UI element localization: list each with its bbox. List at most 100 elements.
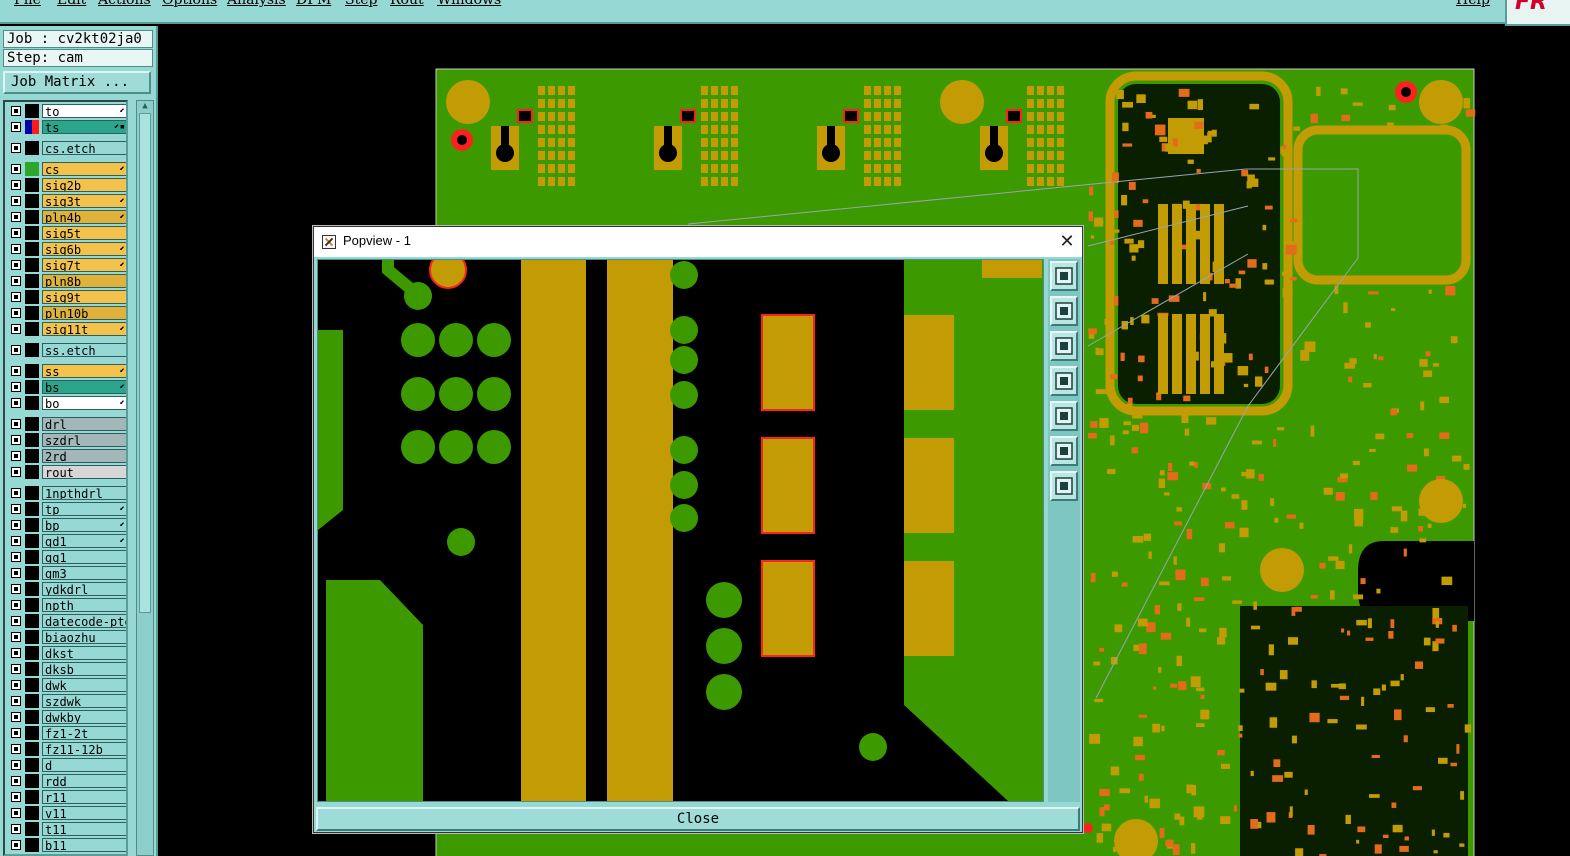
layer-name[interactable]: sig5t xyxy=(42,226,126,240)
layer-name[interactable]: biaozhu xyxy=(42,630,126,644)
layer-name[interactable]: d xyxy=(42,758,126,772)
layer-name[interactable]: bs xyxy=(42,380,126,394)
layer-name[interactable]: dwk xyxy=(42,678,126,692)
layer-name[interactable]: dkst xyxy=(42,646,126,660)
layer-color-swatch[interactable] xyxy=(25,758,39,772)
layer-checkbox[interactable] xyxy=(11,106,21,116)
layer-checkbox[interactable] xyxy=(11,824,21,834)
layer-name[interactable]: b11 xyxy=(42,838,126,852)
zoom-out-icon[interactable] xyxy=(1050,331,1078,361)
layer-row[interactable]: d xyxy=(7,758,126,772)
popview-titlebar[interactable]: Popview - 1 ✕ xyxy=(314,227,1082,257)
layer-color-swatch[interactable] xyxy=(25,598,39,612)
layer-checkbox[interactable] xyxy=(11,840,21,850)
layer-name[interactable]: sig7t xyxy=(42,258,126,272)
layer-row[interactable]: szdwk xyxy=(7,694,126,708)
layer-checkbox[interactable] xyxy=(11,292,21,302)
layer-name[interactable]: szdrl xyxy=(42,433,126,447)
layer-name[interactable]: rdd xyxy=(42,774,126,788)
layer-row[interactable]: ts ⬋▪ xyxy=(7,120,126,134)
layer-checkbox[interactable] xyxy=(11,467,21,477)
layer-checkbox[interactable] xyxy=(11,664,21,674)
layer-color-swatch[interactable] xyxy=(25,364,39,378)
layer-row[interactable]: cs ⬋ xyxy=(7,162,126,176)
layer-checkbox[interactable] xyxy=(11,260,21,270)
menu-analysis[interactable]: Analysis xyxy=(227,0,286,8)
layer-name[interactable]: pln10b xyxy=(42,306,126,320)
layer-row[interactable]: dwk xyxy=(7,678,126,692)
layer-checkbox[interactable] xyxy=(11,504,21,514)
layer-row[interactable]: gg1 xyxy=(7,550,126,564)
layer-color-swatch[interactable] xyxy=(25,343,39,357)
layer-checkbox[interactable] xyxy=(11,776,21,786)
layer-color-swatch[interactable] xyxy=(25,290,39,304)
popview-zoom-view[interactable] xyxy=(317,259,1044,802)
layer-checkbox[interactable] xyxy=(11,212,21,222)
layer-row[interactable]: to ⬋ xyxy=(7,104,126,118)
layer-checkbox[interactable] xyxy=(11,366,21,376)
layer-list-scrollbar[interactable]: ▲ xyxy=(136,100,154,856)
layer-checkbox[interactable] xyxy=(11,520,21,530)
layer-row[interactable]: sig7t ⬋ xyxy=(7,258,126,272)
layer-name[interactable]: tp xyxy=(42,502,126,516)
layer-name[interactable]: 2rd xyxy=(42,449,126,463)
layer-name[interactable]: sig2b xyxy=(42,178,126,192)
menu-options[interactable]: Options xyxy=(162,0,217,8)
layer-row[interactable]: dksb xyxy=(7,662,126,676)
layer-row[interactable]: rout xyxy=(7,465,126,479)
layer-color-swatch[interactable] xyxy=(25,694,39,708)
layer-row[interactable]: 2rd xyxy=(7,449,126,463)
layer-name[interactable]: 1npthdrl xyxy=(42,486,126,500)
layer-color-swatch[interactable] xyxy=(25,162,39,176)
layer-color-swatch[interactable] xyxy=(25,433,39,447)
layer-name[interactable]: bp xyxy=(42,518,126,532)
layer-checkbox[interactable] xyxy=(11,324,21,334)
scroll-up-arrow-icon[interactable]: ▲ xyxy=(139,101,151,111)
layer-color-swatch[interactable] xyxy=(25,806,39,820)
layer-row[interactable]: sig3t ⬋ xyxy=(7,194,126,208)
layer-checkbox[interactable] xyxy=(11,632,21,642)
layer-name[interactable]: v11 xyxy=(42,806,126,820)
layer-row[interactable]: bp ⬋ xyxy=(7,518,126,532)
layer-color-swatch[interactable] xyxy=(25,822,39,836)
layer-row[interactable]: sig9t xyxy=(7,290,126,304)
layer-checkbox[interactable] xyxy=(11,244,21,254)
layer-name[interactable]: bo xyxy=(42,396,126,410)
layer-color-swatch[interactable] xyxy=(25,582,39,596)
menu-rout[interactable]: Rout xyxy=(390,0,424,8)
layer-checkbox[interactable] xyxy=(11,419,21,429)
layer-checkbox[interactable] xyxy=(11,808,21,818)
layer-name[interactable]: dwkby xyxy=(42,710,126,724)
layer-checkbox[interactable] xyxy=(11,712,21,722)
layer-name[interactable]: to xyxy=(42,104,126,118)
layer-color-swatch[interactable] xyxy=(25,194,39,208)
layer-row[interactable]: rdd xyxy=(7,774,126,788)
layer-name[interactable]: t11 xyxy=(42,822,126,836)
layer-row[interactable]: b11 xyxy=(7,838,126,852)
layer-row[interactable]: gm3 xyxy=(7,566,126,580)
layer-row[interactable]: dkst xyxy=(7,646,126,660)
menu-help[interactable]: Help xyxy=(1456,0,1490,8)
layer-color-swatch[interactable] xyxy=(25,210,39,224)
layer-checkbox[interactable] xyxy=(11,728,21,738)
layer-row[interactable]: cs.etch xyxy=(7,141,126,155)
layer-row[interactable]: ydkdrl xyxy=(7,582,126,596)
layer-color-swatch[interactable] xyxy=(25,465,39,479)
layer-name[interactable]: cs.etch xyxy=(42,141,126,155)
layer-row[interactable]: bo ⬋ xyxy=(7,396,126,410)
layer-color-swatch[interactable] xyxy=(25,678,39,692)
layer-row[interactable]: tp ⬋ xyxy=(7,502,126,516)
menu-dfm[interactable]: DFM xyxy=(296,0,331,8)
layer-row[interactable]: sig2b xyxy=(7,178,126,192)
layer-color-swatch[interactable] xyxy=(25,662,39,676)
layer-color-swatch[interactable] xyxy=(25,838,39,852)
layer-color-swatch[interactable] xyxy=(25,614,39,628)
layer-row[interactable]: datecode-pto xyxy=(7,614,126,628)
layer-color-swatch[interactable] xyxy=(25,242,39,256)
layer-name[interactable]: datecode-pto xyxy=(42,614,126,628)
layer-color-swatch[interactable] xyxy=(25,226,39,240)
layer-color-swatch[interactable] xyxy=(25,630,39,644)
layer-color-swatch[interactable] xyxy=(25,726,39,740)
layer-row[interactable]: r11 xyxy=(7,790,126,804)
layer-checkbox[interactable] xyxy=(11,382,21,392)
